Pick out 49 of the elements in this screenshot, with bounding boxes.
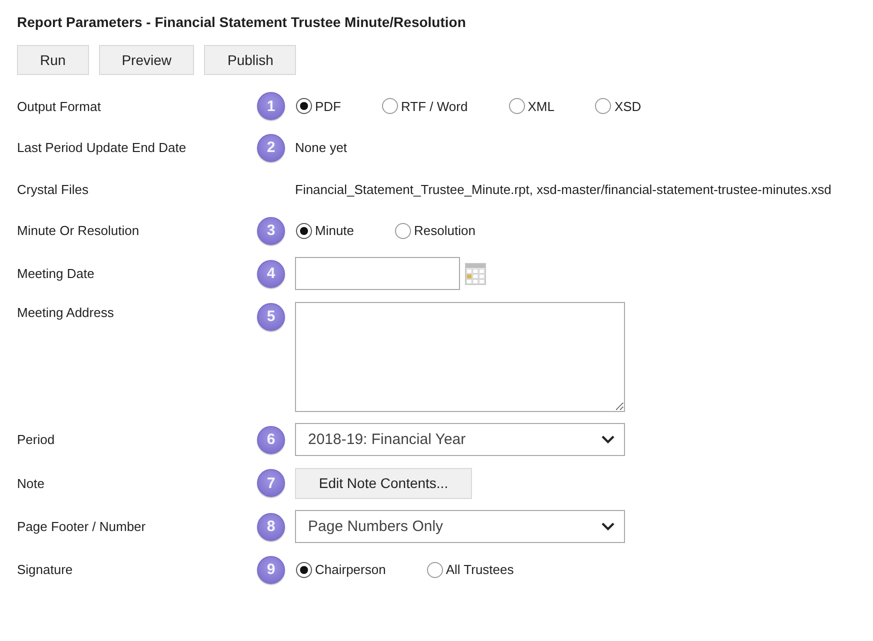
step-number-marker: 5 (257, 302, 285, 330)
page-title: Report Parameters - Financial Statement Trustee Minute/Resolution (17, 13, 467, 32)
radio-label[interactable]: Minute (315, 223, 354, 238)
chevron-down-icon (601, 522, 615, 531)
radio-button[interactable] (296, 98, 312, 114)
step-number-marker: 2 (257, 134, 285, 162)
field-label: Period (17, 432, 56, 447)
radio-button[interactable] (508, 98, 525, 114)
dropdown-select[interactable]: Page Numbers Only (295, 510, 625, 543)
radio-label[interactable]: XML (528, 98, 554, 114)
field-label: Meeting Address (17, 304, 115, 320)
radio-label[interactable]: PDF (315, 98, 341, 114)
step-number-marker: 4 (257, 260, 285, 288)
step-number-marker: 8 (257, 512, 285, 540)
date-input-field[interactable] (295, 257, 460, 290)
toolbar-button[interactable]: Preview (98, 45, 194, 75)
text-area-field[interactable] (295, 302, 625, 412)
step-number-marker: 9 (257, 556, 285, 584)
radio-button[interactable] (595, 98, 612, 114)
radio-label[interactable]: Resolution (414, 223, 476, 238)
step-number-marker: 6 (257, 426, 285, 454)
field-label: Output Format (17, 98, 102, 114)
radio-label[interactable]: All Trustees (446, 562, 514, 577)
radio-button[interactable] (382, 98, 398, 114)
radio-label[interactable]: Chairperson (315, 562, 386, 577)
field-label: Note (17, 476, 46, 490)
field-label: Page Footer / Number (17, 519, 147, 534)
radio-button[interactable] (426, 562, 443, 578)
radio-button[interactable] (296, 222, 312, 238)
toolbar-button[interactable]: Run (17, 45, 89, 75)
field-label: Last Period Update End Date (17, 140, 188, 155)
field-label: Signature (17, 562, 74, 577)
radio-label[interactable]: XSD (614, 98, 642, 114)
radio-button[interactable] (296, 562, 312, 578)
field-label: Meeting Date (17, 266, 96, 281)
step-number-marker: 1 (257, 92, 285, 120)
field-label: Crystal Files (17, 182, 90, 196)
edit-note-button[interactable]: Edit Note Contents... (295, 468, 472, 498)
dropdown-select[interactable]: 2018-19: Financial Year (295, 423, 625, 456)
chevron-down-icon (601, 435, 615, 444)
field-value: None yet (295, 140, 348, 155)
radio-button[interactable] (395, 222, 412, 238)
step-number-marker: 3 (257, 216, 285, 244)
toolbar-button[interactable]: Publish (204, 45, 296, 75)
radio-label[interactable]: RTF / Word (401, 98, 468, 114)
step-number-marker: 7 (257, 469, 285, 497)
field-value: Financial_Statement_Trustee_Minute.rpt, xsd-master/financial-statement-trustee-minutes.xsd (295, 182, 832, 196)
calendar-icon[interactable] (465, 262, 486, 284)
field-label: Minute Or Resolution (17, 223, 140, 238)
